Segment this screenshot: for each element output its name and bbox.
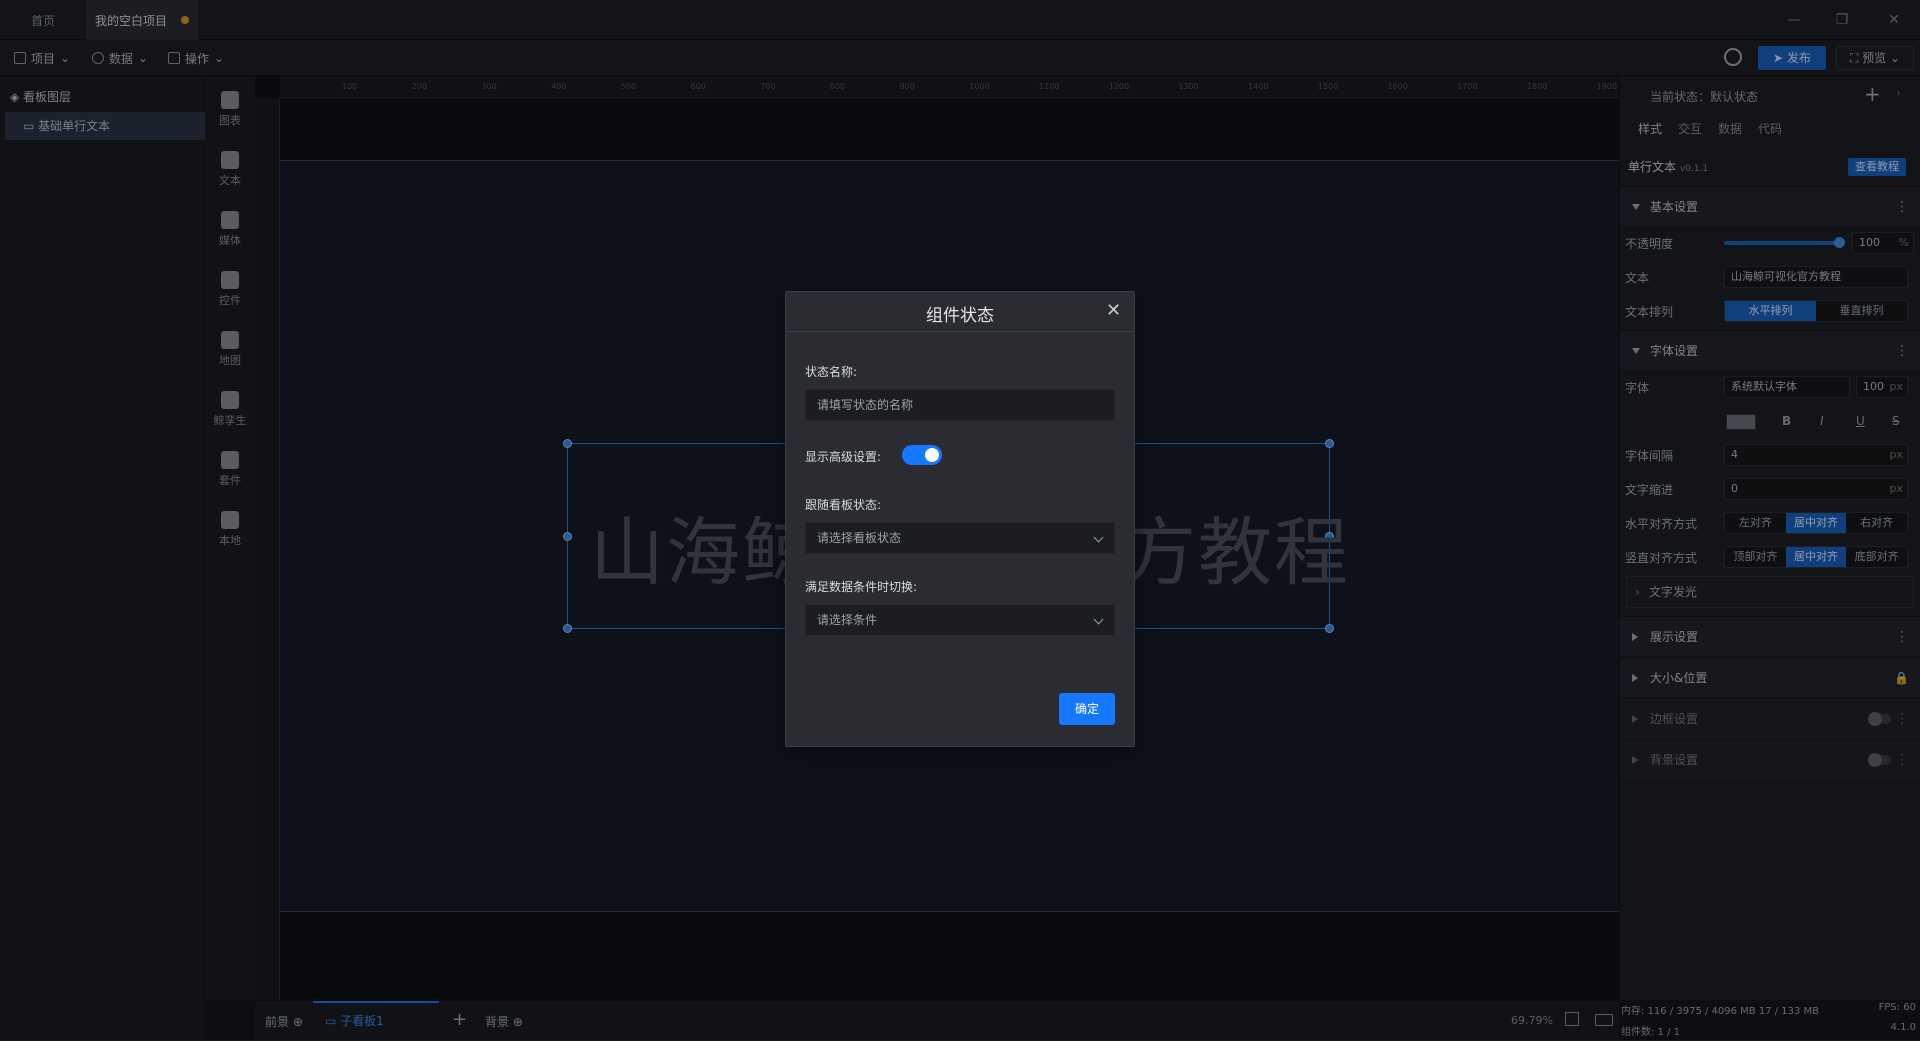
- advanced-label: 显示高级设置:: [805, 450, 882, 464]
- follow-state-value: 请选择看板状态: [817, 531, 902, 545]
- chevron-down-icon: [1093, 532, 1104, 543]
- state-name-label: 状态名称:: [805, 365, 858, 379]
- follow-state-select[interactable]: 请选择看板状态: [805, 522, 1115, 554]
- state-name-input[interactable]: 请填写状态的名称: [805, 389, 1115, 421]
- close-icon[interactable]: ✕: [1106, 300, 1121, 321]
- component-state-dialog: 组件状态 ✕ 状态名称: 请填写状态的名称 显示高级设置: 跟随看板状态: 请选…: [785, 291, 1135, 747]
- advanced-toggle[interactable]: [902, 445, 942, 465]
- condition-label: 满足数据条件时切换:: [805, 580, 918, 594]
- confirm-button[interactable]: 确定: [1059, 693, 1115, 725]
- condition-select[interactable]: 请选择条件: [805, 604, 1115, 636]
- dialog-title: 组件状态: [926, 306, 994, 326]
- chevron-down-icon: [1093, 614, 1104, 625]
- dialog-header: 组件状态 ✕: [786, 292, 1134, 332]
- condition-value: 请选择条件: [817, 613, 878, 627]
- follow-state-label: 跟随看板状态:: [805, 498, 882, 512]
